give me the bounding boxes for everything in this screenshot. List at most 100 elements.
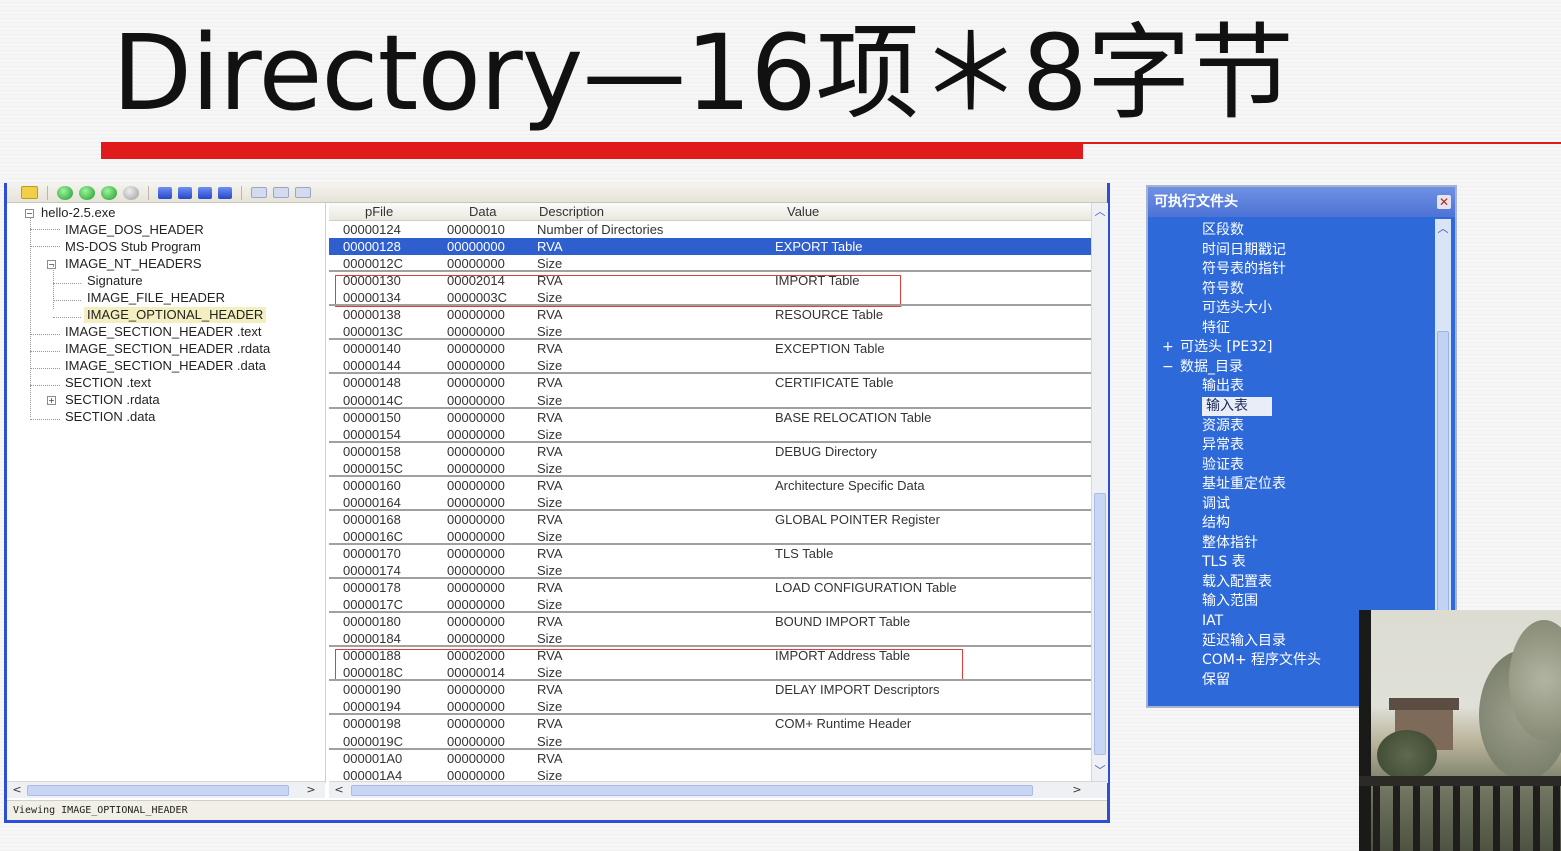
panel-tree-item[interactable]: 时间日期戳记 <box>1202 241 1286 260</box>
table-row[interactable]: 00000144 00000000 Size <box>329 357 1091 375</box>
panel-tree-item[interactable]: 输出表 <box>1202 377 1244 396</box>
blue-arrow-icon[interactable] <box>198 186 212 199</box>
tree-hscrollbar[interactable]: < > <box>7 781 325 798</box>
panel-tree-item[interactable]: 可选头 [PE32] <box>1180 338 1272 357</box>
tree-item[interactable]: SECTION .data <box>65 409 155 425</box>
table-row[interactable]: 00000158 00000000 RVA DEBUG Directory <box>329 443 1091 460</box>
scroll-thumb[interactable] <box>1437 331 1449 633</box>
tree-item[interactable]: MS-DOS Stub Program <box>65 239 201 255</box>
column-header-data[interactable]: Data <box>469 204 496 219</box>
panel-tree-item[interactable]: 输入表 <box>1202 396 1272 416</box>
table-row[interactable]: 00000188 00002000 RVA IMPORT Address Table <box>329 647 1091 664</box>
expand-icon[interactable]: + <box>47 396 56 405</box>
panel-tree-item[interactable]: 调试 <box>1202 495 1230 514</box>
panel-tree-item[interactable]: 可选头大小 <box>1202 299 1272 318</box>
collapse-icon[interactable]: − <box>1162 358 1174 377</box>
table-row[interactable]: 00000134 0000003C Size <box>329 289 1091 307</box>
expand-icon[interactable]: + <box>1162 338 1174 357</box>
tree-item[interactable]: SECTION .text <box>65 375 151 391</box>
tree-item[interactable]: IMAGE_DOS_HEADER <box>65 222 204 238</box>
panel-tree-item[interactable]: IAT <box>1202 612 1223 631</box>
table-row[interactable]: 00000160 00000000 RVA Architecture Specific… <box>329 477 1091 494</box>
table-row[interactable]: 0000014C 00000000 Size <box>329 392 1091 409</box>
panel-tree-item[interactable]: 区段数 <box>1202 221 1244 240</box>
column-header-value[interactable]: Value <box>787 204 819 219</box>
table-row[interactable]: 00000168 00000000 RVA GLOBAL POINTER Regist… <box>329 511 1091 528</box>
tree-item[interactable]: IMAGE_OPTIONAL_HEADER <box>84 307 267 323</box>
column-header-description[interactable]: Description <box>539 204 604 219</box>
table-row[interactable]: 0000018C 00000014 Size <box>329 664 1091 682</box>
panel-tree-item[interactable]: TLS 表 <box>1202 553 1246 572</box>
panel-tree-item[interactable]: 符号数 <box>1202 280 1244 299</box>
table-row[interactable]: 00000154 00000000 Size <box>329 426 1091 443</box>
table-row[interactable]: 00000140 00000000 RVA EXCEPTION Table <box>329 340 1091 357</box>
panel-tree-item[interactable]: 符号表的指针 <box>1202 260 1286 279</box>
panel-tree-item[interactable]: 资源表 <box>1202 417 1244 436</box>
panel-tree-item[interactable]: 基址重定位表 <box>1202 475 1286 494</box>
scroll-thumb[interactable] <box>351 785 1033 796</box>
scroll-thumb[interactable] <box>27 785 289 796</box>
light-icon[interactable] <box>251 187 267 198</box>
scroll-left-icon[interactable]: < <box>9 782 25 798</box>
table-row[interactable]: 0000017C 00000000 Size <box>329 596 1091 614</box>
table-row[interactable]: 00000130 00002014 RVA IMPORT Table <box>329 272 1091 289</box>
table-row[interactable]: 0000019C 00000000 Size <box>329 733 1091 750</box>
table-row[interactable]: 00000164 00000000 Size <box>329 494 1091 511</box>
table-row[interactable]: 00000124 00000010 Number of Directories <box>329 221 1091 238</box>
scroll-thumb[interactable] <box>1094 493 1106 755</box>
green-nav-icon[interactable] <box>79 185 95 200</box>
panel-tree-item[interactable]: 载入配置表 <box>1202 573 1272 592</box>
tree-item[interactable]: IMAGE_SECTION_HEADER .data <box>65 358 266 374</box>
green-nav-icon[interactable] <box>101 185 117 200</box>
table-row[interactable]: 00000198 00000000 RVA COM+ Runtime Header <box>329 715 1091 732</box>
gray-nav-icon[interactable] <box>123 185 139 200</box>
panel-tree-item[interactable]: 整体指针 <box>1202 534 1258 553</box>
tree-item[interactable]: IMAGE_SECTION_HEADER .rdata <box>65 341 270 357</box>
tree-item[interactable]: IMAGE_SECTION_HEADER .text <box>65 324 262 340</box>
light-icon[interactable] <box>295 187 311 198</box>
scroll-right-icon[interactable]: > <box>303 782 319 798</box>
scroll-up-icon[interactable]: ︿ <box>1435 221 1451 237</box>
tree-item[interactable]: IMAGE_FILE_HEADER <box>87 290 225 306</box>
panel-tree-item[interactable]: 数据_目录 <box>1180 358 1243 377</box>
table-row[interactable]: 0000015C 00000000 Size <box>329 460 1091 477</box>
scroll-right-icon[interactable]: > <box>1069 782 1085 798</box>
panel-tree-item[interactable]: 延迟输入目录 <box>1202 632 1286 651</box>
tree-item[interactable]: Signature <box>87 273 143 289</box>
table-row[interactable]: 0000016C 00000000 Size <box>329 528 1091 545</box>
panel-tree-item[interactable]: 异常表 <box>1202 436 1244 455</box>
scroll-down-icon[interactable]: ﹀ <box>1092 763 1108 779</box>
table-row[interactable]: 00000170 00000000 RVA TLS Table <box>329 545 1091 562</box>
close-icon[interactable]: ✕ <box>1437 195 1451 209</box>
blue-arrow-icon[interactable] <box>218 186 232 199</box>
light-icon[interactable] <box>273 187 289 198</box>
table-row[interactable]: 00000128 00000000 RVA EXPORT Table <box>329 238 1091 256</box>
table-row[interactable]: 00000150 00000000 RVA BASE RELOCATION Table <box>329 409 1091 426</box>
panel-tree-item[interactable]: COM+ 程序文件头 <box>1202 651 1321 670</box>
folder-open-icon[interactable] <box>21 186 38 199</box>
panel-tree-item[interactable]: 结构 <box>1202 514 1230 533</box>
table-row[interactable]: 0000013C 00000000 Size <box>329 323 1091 341</box>
table-row[interactable]: 00000178 00000000 RVA LOAD CONFIGURATION Ta… <box>329 579 1091 596</box>
table-row[interactable]: 00000184 00000000 Size <box>329 630 1091 648</box>
table-row[interactable]: 00000138 00000000 RVA RESOURCE Table <box>329 306 1091 323</box>
panel-tree-item[interactable]: 输入范围 <box>1202 592 1258 611</box>
column-header-pfile[interactable]: pFile <box>365 204 393 219</box>
panel-tree-item[interactable]: 特征 <box>1202 319 1230 338</box>
collapse-icon[interactable]: − <box>47 260 56 269</box>
grid-vscrollbar[interactable]: ︿ ﹀ <box>1091 203 1108 783</box>
table-row[interactable]: 000001A0 00000000 RVA <box>329 750 1091 767</box>
table-row[interactable]: 0000012C 00000000 Size <box>329 255 1091 273</box>
table-row[interactable]: 00000194 00000000 Size <box>329 698 1091 716</box>
grid-hscrollbar[interactable]: < > <box>329 781 1107 798</box>
table-row[interactable]: 00000190 00000000 RVA DELAY IMPORT Descript… <box>329 681 1091 698</box>
scroll-up-icon[interactable]: ︿ <box>1092 204 1108 220</box>
blue-window-icon[interactable] <box>178 186 192 199</box>
green-nav-icon[interactable] <box>57 185 73 200</box>
scroll-left-icon[interactable]: < <box>331 782 347 798</box>
panel-tree-item[interactable]: 保留 <box>1202 671 1230 690</box>
tree-root[interactable]: hello-2.5.exe <box>41 205 115 221</box>
blue-window-icon[interactable] <box>158 186 172 199</box>
tree-item[interactable]: SECTION .rdata <box>65 392 160 408</box>
panel-tree-item[interactable]: 验证表 <box>1202 456 1244 475</box>
